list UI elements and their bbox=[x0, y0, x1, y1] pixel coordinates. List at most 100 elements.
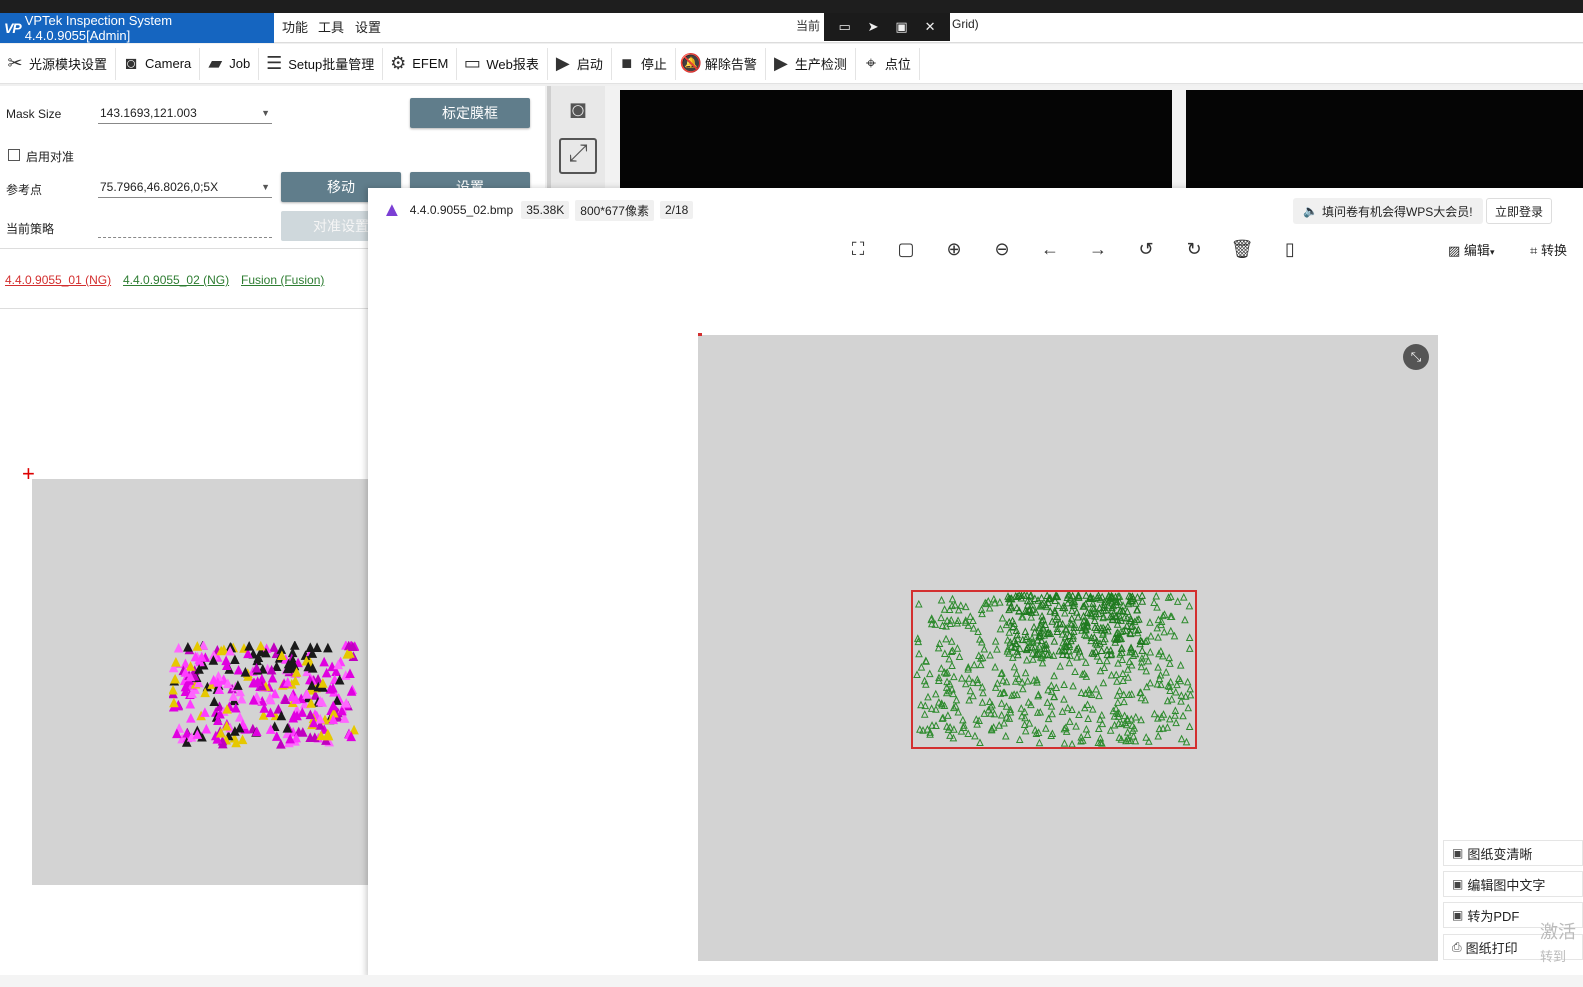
ref-point-select[interactable]: 75.7966,46.8026,0;5X ▼ bbox=[98, 176, 272, 198]
defect-marker bbox=[171, 656, 181, 667]
defect-marker bbox=[244, 641, 254, 651]
light-module-icon: ✂ bbox=[7, 53, 23, 73]
stop-button[interactable]: ■ 停止 bbox=[614, 47, 676, 80]
defect-marker bbox=[1176, 676, 1185, 685]
defect-marker bbox=[1186, 690, 1195, 699]
edit-image-icon: ▨ bbox=[1448, 243, 1461, 258]
defect-marker bbox=[996, 598, 1004, 606]
edit-text-button[interactable]: ▣ 编辑图中文字 bbox=[1443, 871, 1583, 897]
defect-marker bbox=[255, 641, 266, 651]
sharpen-drawing-button[interactable]: ▣ 图纸变清晰 bbox=[1443, 840, 1583, 866]
screen: VP VPTek Inspection System 4.4.0.9055[Ad… bbox=[0, 0, 1583, 987]
zoom-in-icon[interactable]: ⊕ bbox=[930, 236, 978, 262]
defect-marker bbox=[233, 664, 244, 675]
defect-marker bbox=[965, 674, 973, 682]
defect-marker bbox=[1095, 691, 1103, 700]
login-button[interactable]: 立即登录 bbox=[1486, 198, 1553, 224]
clear-alarm-button[interactable]: 🔕 解除告警 bbox=[678, 47, 766, 80]
tool-column: ◙ ⤢ bbox=[547, 86, 605, 196]
defect-marker bbox=[1173, 680, 1181, 689]
production-inspect-button[interactable]: ▶ 生产检测 bbox=[768, 47, 856, 80]
calibrate-frame-button[interactable]: 标定膜框 bbox=[410, 98, 530, 128]
point-button[interactable]: ⌖ 点位 bbox=[858, 47, 920, 80]
setup-batch-button[interactable]: ☰ Setup批量管理 bbox=[261, 47, 384, 80]
snapshot-camera-icon[interactable]: ◙ bbox=[559, 94, 597, 128]
fit-to-screen-icon[interactable]: ⤡ bbox=[1403, 344, 1429, 370]
defect-marker bbox=[1060, 739, 1069, 747]
camera-button[interactable]: ◙ Camera bbox=[118, 47, 201, 80]
defect-marker bbox=[1154, 663, 1162, 671]
defect-marker bbox=[948, 661, 956, 670]
menu-settings[interactable]: 设置 bbox=[349, 13, 387, 43]
defect-marker bbox=[1048, 709, 1056, 718]
defect-marker bbox=[1021, 627, 1030, 635]
defect-marker bbox=[1144, 737, 1153, 745]
strategy-field[interactable] bbox=[98, 216, 272, 238]
close-icon[interactable]: ✕ bbox=[925, 19, 936, 35]
job-button[interactable]: ▰ Job bbox=[202, 47, 260, 80]
convert-menu[interactable]: ⌗ 转换 bbox=[1530, 240, 1567, 259]
viewer-promo-banner[interactable]: 🔈 填问卷有机会得WPS大会员! bbox=[1293, 198, 1483, 224]
defect-marker bbox=[289, 641, 300, 650]
defect-marker bbox=[986, 650, 994, 659]
defect-marker bbox=[1185, 644, 1194, 652]
defect-marker bbox=[1065, 658, 1074, 667]
defect-marker bbox=[917, 662, 926, 671]
defect-marker bbox=[913, 670, 921, 678]
defect-marker bbox=[957, 673, 966, 682]
defect-marker bbox=[1120, 711, 1129, 720]
list-check-icon: ☰ bbox=[266, 53, 283, 73]
defect-marker bbox=[922, 656, 930, 665]
tab-fusion[interactable]: Fusion (Fusion) bbox=[241, 273, 324, 287]
defect-marker bbox=[991, 662, 999, 671]
light-module-button[interactable]: ✂ 光源模块设置 bbox=[2, 47, 117, 80]
tab-image-02[interactable]: 4.4.0.9055_02 (NG) bbox=[123, 273, 229, 287]
defect-marker bbox=[976, 738, 984, 747]
play-icon: ▶ bbox=[773, 53, 788, 73]
screen-share-icon[interactable]: ▭ bbox=[838, 19, 850, 35]
start-button[interactable]: ▶ 启动 bbox=[550, 47, 612, 80]
defect-marker bbox=[1131, 712, 1140, 721]
defect-marker bbox=[1001, 731, 1010, 740]
defect-marker bbox=[971, 731, 979, 740]
defect-marker bbox=[1035, 738, 1044, 747]
mask-size-select[interactable]: 143.1693,121.003 ▼ bbox=[98, 102, 272, 124]
production-inspect-label: 生产检测 bbox=[794, 57, 847, 72]
defect-marker bbox=[230, 654, 240, 664]
menu-tools[interactable]: 工具 bbox=[312, 13, 350, 43]
next-icon[interactable]: → bbox=[1074, 236, 1122, 262]
pointer-icon[interactable]: ➤ bbox=[868, 19, 879, 35]
detection-region bbox=[911, 590, 1197, 749]
web-report-button[interactable]: ▭ Web报表 bbox=[459, 47, 548, 80]
defect-marker bbox=[920, 710, 929, 718]
image-capture-icon[interactable]: ⤢ bbox=[559, 138, 597, 174]
window-icon[interactable]: ▣ bbox=[895, 19, 907, 35]
top-strip bbox=[0, 0, 1583, 13]
defect-marker bbox=[1056, 661, 1064, 670]
enable-align-checkbox[interactable] bbox=[8, 149, 20, 161]
menu-function[interactable]: 功能 bbox=[276, 13, 314, 43]
defect-marker bbox=[1017, 704, 1026, 712]
mouse-mode-icon[interactable]: ▯ bbox=[1266, 236, 1314, 262]
zoom-out-icon[interactable]: ⊖ bbox=[978, 236, 1026, 262]
defect-marker bbox=[950, 672, 958, 681]
efem-button[interactable]: ⚙ EFEM bbox=[385, 47, 458, 80]
defect-marker bbox=[979, 688, 987, 697]
defect-marker bbox=[1120, 697, 1128, 706]
defect-marker bbox=[1050, 636, 1059, 645]
rotate-left-icon[interactable]: ↺ bbox=[1122, 236, 1170, 262]
main-toolbar: ✂ 光源模块设置 ◙ Camera ▰ Job ☰ Setup批量管理 ⚙ EFEM ▭ W… bbox=[0, 44, 1583, 84]
fit-window-icon[interactable]: ▢ bbox=[882, 236, 930, 262]
delete-icon[interactable]: 🗑 bbox=[1218, 236, 1266, 262]
defect-marker bbox=[1183, 677, 1192, 686]
previous-icon[interactable]: ← bbox=[1026, 236, 1074, 262]
defect-marker bbox=[1185, 633, 1194, 642]
fullscreen-icon[interactable]: ⛶ bbox=[834, 236, 882, 262]
tab-image-01[interactable]: 4.4.0.9055_01 (NG) bbox=[5, 273, 111, 287]
setup-batch-label: Setup批量管理 bbox=[288, 57, 375, 72]
edit-menu[interactable]: ▨ 编辑▾ bbox=[1448, 240, 1494, 259]
defect-marker bbox=[1081, 658, 1090, 666]
defect-marker bbox=[276, 739, 286, 749]
convert-pdf-label: 转为PDF bbox=[1467, 908, 1520, 924]
rotate-right-icon[interactable]: ↻ bbox=[1170, 236, 1218, 262]
